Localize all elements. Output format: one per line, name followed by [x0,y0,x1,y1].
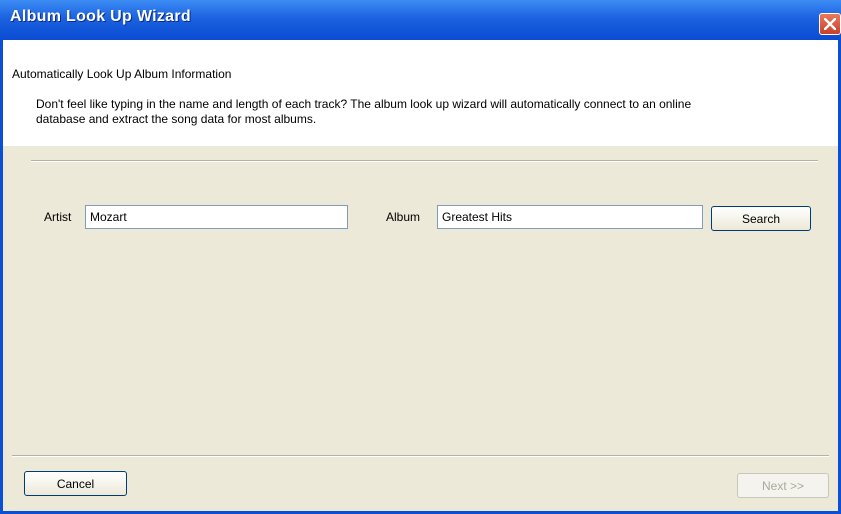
artist-label: Artist [44,210,72,224]
album-label: Album [386,210,421,224]
next-button[interactable]: Next >> [737,473,829,498]
page-heading: Automatically Look Up Album Information [12,67,232,81]
title-bar[interactable]: Album Look Up Wizard [0,0,841,40]
wizard-header-panel: Automatically Look Up Album Information … [3,40,838,146]
album-input[interactable] [437,205,703,229]
artist-input[interactable] [85,205,348,229]
search-button[interactable]: Search [711,206,811,231]
window-title: Album Look Up Wizard [10,8,191,25]
cancel-button[interactable]: Cancel [24,471,127,496]
header-divider [31,160,818,162]
footer-divider [12,455,829,457]
close-icon [824,18,836,30]
wizard-description: Don't feel like typing in the name and l… [36,97,692,126]
album-lookup-wizard-window: Album Look Up Wizard Automatically Look … [0,0,841,514]
close-button[interactable] [819,13,841,35]
